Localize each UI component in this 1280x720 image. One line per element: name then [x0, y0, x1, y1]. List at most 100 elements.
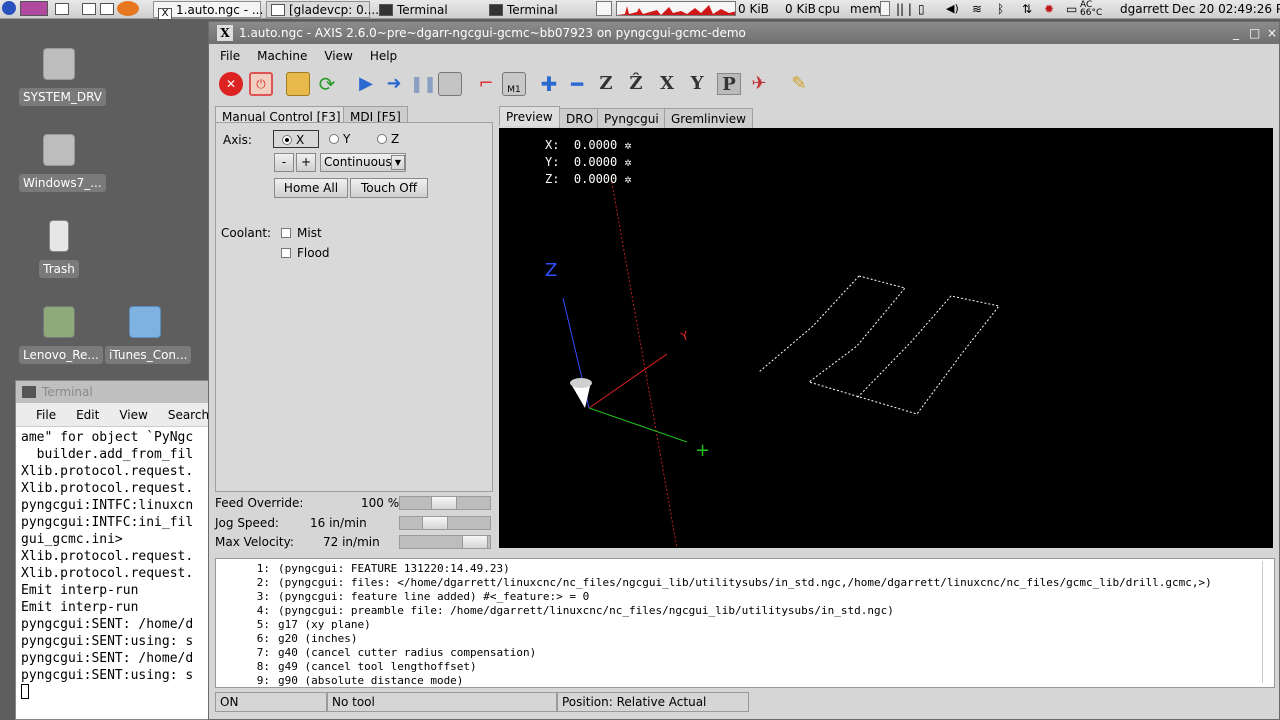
bluetooth-icon[interactable]: ᛒ	[997, 1, 1004, 18]
wifi-icon[interactable]: ≋	[972, 1, 982, 18]
firefox-icon[interactable]	[117, 1, 139, 18]
axis-y-radio[interactable]: Y	[329, 132, 350, 146]
slider-knob[interactable]	[422, 517, 448, 529]
pager-widget[interactable]	[596, 1, 612, 18]
view-x-icon[interactable]: X	[655, 73, 679, 95]
task-gladevcp[interactable]: [gladevcp: 0....	[266, 1, 379, 18]
quicklaunch-3-icon[interactable]	[82, 1, 118, 18]
terminal-window[interactable]: Terminal File Edit View Search ame" for obj…	[15, 380, 215, 720]
view-p-icon[interactable]: P	[717, 73, 741, 95]
reload-icon[interactable]: ⟳	[315, 72, 339, 96]
terminal-line: pyngcgui:SENT:using: s	[21, 634, 194, 649]
radio-dot	[282, 135, 292, 145]
maximize-button[interactable]: □	[1249, 22, 1260, 44]
gcode-line[interactable]: 4: (pyngcgui: preamble file: /home/dgarre…	[216, 604, 1274, 618]
touch-off-button[interactable]: Touch Off	[350, 178, 428, 198]
task-terminal-1[interactable]: Terminal	[374, 1, 480, 18]
clear-live-plot-icon[interactable]: ✎	[787, 72, 811, 96]
view-z-icon[interactable]: Z	[594, 73, 618, 95]
gcode-line[interactable]: 6: g20 (inches)	[216, 632, 1274, 646]
feed-override-slider[interactable]	[399, 496, 491, 510]
tab-preview[interactable]: Preview	[499, 106, 560, 126]
jog-increment-select[interactable]: Continuous ▼	[320, 153, 406, 172]
tab-dro[interactable]: DRO	[559, 108, 601, 128]
power-icon[interactable]: ▭	[1066, 1, 1077, 18]
zoom-in-icon[interactable]: ✚	[537, 72, 561, 96]
clock[interactable]: Dec 20 02:49:26 P	[1172, 1, 1280, 18]
jog-minus-button[interactable]: -	[274, 153, 294, 172]
menu-icon[interactable]	[2, 1, 16, 18]
gcode-line[interactable]: 5: g17 (xy plane)	[216, 618, 1274, 632]
estop-icon[interactable]: ✕	[219, 72, 243, 96]
step-icon[interactable]: ➜	[382, 72, 406, 96]
close-button[interactable]: ×	[1267, 22, 1277, 44]
gcode-listing[interactable]: 1: (pyngcgui: FEATURE 131220:14.49.23) 2: (…	[215, 558, 1275, 688]
mist-checkbox[interactable]: Mist	[281, 226, 322, 240]
tab-gremlinview[interactable]: Gremlinview	[664, 108, 753, 128]
jog-speed-label: Jog Speed:	[215, 516, 279, 530]
gcode-line[interactable]: 2: (pyngcgui: files: </home/dgarrett/linu…	[216, 576, 1274, 590]
task-terminal-2[interactable]: Terminal	[484, 1, 590, 18]
username[interactable]: dgarrett	[1120, 1, 1169, 18]
x-axis-line	[588, 353, 668, 409]
terminal-menu-file[interactable]: File	[36, 408, 56, 422]
gcode-line[interactable]: 7: g40 (cancel cutter radius compensation…	[216, 646, 1274, 660]
terminal-menu-view[interactable]: View	[119, 408, 147, 422]
optional-stop-icon[interactable]: M1	[502, 72, 526, 96]
jog-mode-value: Continuous	[324, 155, 392, 169]
terminal-output[interactable]: ame" for object `PyNgc builder.add_from_…	[16, 427, 214, 699]
gcode-line[interactable]: 1: (pyngcgui: FEATURE 131220:14.49.23)	[216, 562, 1274, 576]
home-all-button[interactable]: Home All	[274, 178, 348, 198]
desktop-icon-lenovo[interactable]: Lenovo_Re...	[19, 306, 103, 364]
desktop-icon-system-drv[interactable]: SYSTEM_DRV	[19, 48, 106, 106]
menu-help[interactable]: Help	[359, 44, 403, 68]
view-y-icon[interactable]: Y	[685, 73, 709, 95]
volume-icon[interactable]: ◀)	[946, 1, 959, 18]
dro-axis: Z:	[545, 172, 560, 186]
quicklaunch-2-icon[interactable]	[55, 1, 73, 18]
minimize-button[interactable]: _	[1233, 22, 1239, 44]
menu-machine[interactable]: Machine	[246, 44, 313, 68]
quicklaunch-1-icon[interactable]	[20, 1, 48, 18]
gcode-line[interactable]: 9: g90 (absolute distance mode)	[216, 674, 1274, 687]
open-file-icon[interactable]	[286, 72, 310, 96]
terminal-titlebar[interactable]: Terminal	[16, 381, 214, 403]
window-titlebar[interactable]: X 1.auto.ngc - AXIS 2.6.0~pre~dgarr-ngcg…	[209, 22, 1279, 44]
view-z2-icon[interactable]: Ẑ	[624, 73, 648, 95]
tab-pyngcgui[interactable]: Pyngcgui	[597, 108, 666, 128]
terminal-menu-search[interactable]: Search	[168, 408, 209, 422]
stop-icon[interactable]	[438, 72, 462, 96]
jog-speed-slider[interactable]	[399, 516, 491, 530]
desktop-icon-windows7[interactable]: Windows7_...	[19, 134, 106, 192]
pause-icon[interactable]: ❚❚	[410, 72, 437, 96]
max-velocity-slider[interactable]	[399, 535, 491, 549]
slider-knob[interactable]	[431, 497, 457, 509]
gcode-scrollbar[interactable]	[1262, 561, 1272, 683]
rotate-icon[interactable]: ✈	[747, 72, 771, 96]
network-icon[interactable]: ⇅	[1022, 1, 1032, 18]
line-text: g20 (inches)	[278, 632, 358, 645]
desktop-icon-trash[interactable]: Trash	[19, 220, 99, 278]
block-delete-icon[interactable]: ⌐	[474, 72, 498, 96]
line-number: 2:	[256, 576, 270, 589]
power-toggle-icon[interactable]: ⏻	[249, 72, 273, 96]
terminal-line: Emit interp-run	[21, 583, 139, 598]
menu-view[interactable]: View	[313, 44, 358, 68]
feed-override-label: Feed Override:	[215, 496, 304, 510]
slider-knob[interactable]	[462, 536, 488, 548]
axis-z-radio[interactable]: Z	[377, 132, 399, 146]
jog-plus-button[interactable]: +	[296, 153, 316, 172]
update-icon[interactable]: ✹	[1044, 1, 1054, 18]
axis-x-radio[interactable]: X	[273, 130, 319, 148]
max-velocity-label: Max Velocity:	[215, 535, 294, 549]
menu-file[interactable]: File	[209, 44, 246, 68]
preview-canvas[interactable]: Z Y + X: 0.0000 ✲ Y: 0.0000 ✲ Z: 0.0000 …	[499, 128, 1273, 548]
desktop-icon-itunes[interactable]: iTunes_Con...	[105, 306, 192, 364]
gcode-line[interactable]: 3: (pyngcgui: feature line added) #<_feat…	[216, 590, 1274, 604]
gcode-line[interactable]: 8: g49 (cancel tool lengthoffset)	[216, 660, 1274, 674]
terminal-menu-edit[interactable]: Edit	[76, 408, 99, 422]
run-icon[interactable]: ▶	[354, 72, 378, 96]
flood-checkbox[interactable]: Flood	[281, 246, 330, 260]
zoom-out-icon[interactable]: ━	[565, 72, 589, 96]
task-axis[interactable]: X 1.auto.ngc - ...	[153, 1, 263, 20]
